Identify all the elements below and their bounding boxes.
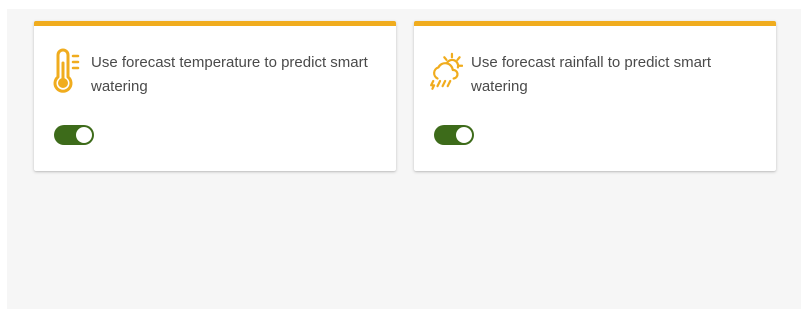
sun-cloud-rain-icon [429,47,463,93]
card-description: Use forecast temperature to predict smar… [91,54,368,95]
card-description: Use forecast rainfall to predict smart w… [471,54,712,95]
forecast-rainfall-toggle[interactable] [434,125,474,145]
forecast-rainfall-card: Use forecast rainfall to predict smart w… [414,21,776,171]
toggle-knob [456,127,472,143]
forecast-temperature-card: Use forecast temperature to predict smar… [34,21,396,171]
thermometer-icon [49,47,83,93]
forecast-temperature-toggle[interactable] [54,125,94,145]
toggle-knob [76,127,92,143]
